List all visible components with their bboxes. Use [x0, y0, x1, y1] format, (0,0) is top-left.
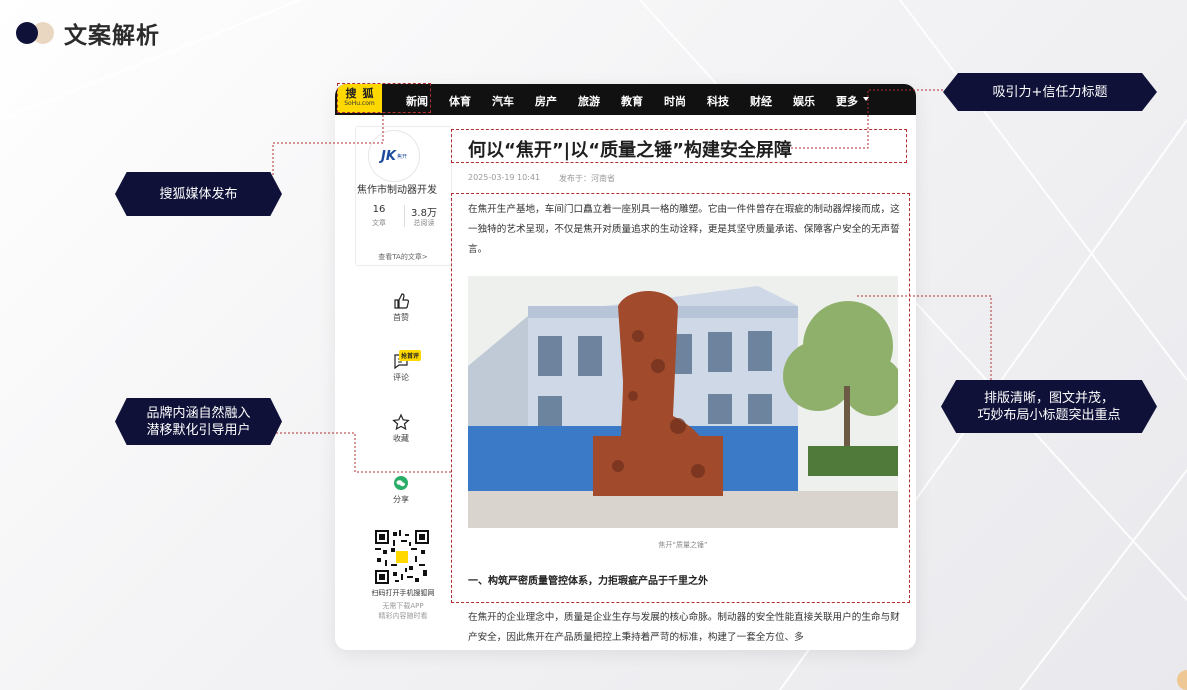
callout-brand-line1: 品牌内涵自然融入 [146, 405, 251, 421]
qr-sub-line2: 精彩内容随时看 [378, 612, 428, 620]
callout-layout-line2: 巧妙布局小标题突出重点 [977, 407, 1121, 423]
favorite-button[interactable]: 收藏 [379, 413, 423, 444]
star-icon [392, 413, 410, 431]
nav-item-education[interactable]: 教育 [621, 93, 643, 109]
reads-label: 总阅读 [413, 219, 435, 227]
callout-media-note: 搜狐媒体发布 [115, 172, 282, 216]
dark-dot-icon [16, 22, 38, 44]
share-button[interactable]: 分享 [379, 474, 423, 505]
nav-item-tech[interactable]: 科技 [707, 93, 729, 109]
author-name[interactable]: 焦作市制动器开发 [357, 181, 453, 196]
nav-item-entertainment[interactable]: 娱乐 [793, 93, 815, 109]
avatar[interactable]: JK 焦开 [368, 130, 420, 182]
reads-count: 3.8万 [411, 208, 437, 219]
like-label: 首赞 [393, 313, 409, 322]
body-highlight-box [451, 193, 910, 603]
callout-brand-line2: 潜移默化引导用户 [146, 422, 251, 438]
articles-label: 文章 [372, 219, 386, 227]
comment-label: 评论 [393, 373, 409, 382]
view-author-articles-link[interactable]: 查看TA的文章> [357, 252, 449, 262]
first-comment-badge: 抢首评 [399, 350, 422, 361]
article-date: 2025-03-19 10:41 [468, 173, 541, 182]
like-button[interactable]: 首赞 [379, 292, 423, 323]
callout-title-text: 吸引力+信任力标题 [992, 84, 1108, 100]
article-paragraph-2: 在焦开的企业理念中，质量是企业生存与发展的核心命脉。制动器的安全性能直接关联用户… [468, 612, 900, 643]
slide-header: 文案解析 [16, 16, 160, 50]
thumbs-up-icon [394, 293, 410, 309]
nav-item-sports[interactable]: 体育 [449, 93, 471, 109]
favorite-label: 收藏 [393, 434, 409, 443]
nav-item-finance[interactable]: 财经 [750, 93, 772, 109]
title-highlight-box [451, 129, 907, 163]
nav-item-realestate[interactable]: 房产 [535, 93, 557, 109]
articles-count: 16 [372, 204, 386, 215]
qr-code-icon[interactable] [375, 530, 429, 584]
qr-subtitle: 无需下载APP 精彩内容随时看 [357, 601, 449, 621]
nav-item-auto[interactable]: 汽车 [492, 93, 514, 109]
nav-item-fashion[interactable]: 时尚 [664, 93, 686, 109]
nav-item-travel[interactable]: 旅游 [578, 93, 600, 109]
wechat-icon [394, 476, 408, 490]
slide-title: 文案解析 [64, 23, 160, 49]
logo-highlight-box [337, 83, 431, 113]
qr-title: 扫码打开手机搜狐网 [371, 589, 435, 597]
nav-item-more[interactable]: 更多 [836, 93, 858, 109]
callout-brand-note: 品牌内涵自然融入 潜移默化引导用户 [115, 398, 282, 445]
qr-sub-line1: 无需下载APP [382, 602, 424, 610]
callout-layout-note: 排版清晰，图文并茂， 巧妙布局小标题突出重点 [941, 380, 1157, 433]
chevron-down-icon [863, 97, 869, 101]
article-source: 发布于：河南省 [559, 174, 615, 183]
callout-layout-line1: 排版清晰，图文并茂， [983, 390, 1114, 406]
share-label: 分享 [393, 495, 409, 504]
avatar-logo: JK [381, 148, 396, 164]
avatar-logo-sub: 焦开 [396, 153, 407, 160]
callout-title-note: 吸引力+信任力标题 [943, 73, 1157, 111]
callout-media-text: 搜狐媒体发布 [159, 186, 238, 202]
